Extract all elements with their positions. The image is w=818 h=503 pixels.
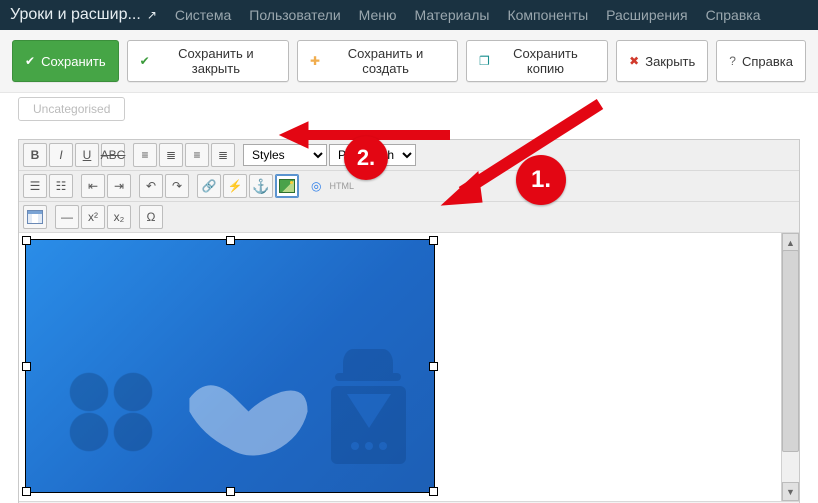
help-label: Справка	[742, 54, 793, 69]
save-button[interactable]: ✔ Сохранить	[12, 40, 119, 82]
undo-button[interactable]: ↶	[139, 174, 163, 198]
italic-button[interactable]: I	[49, 143, 73, 167]
wysiwyg-editor: B I U ABC ≡ ≣ ≡ ≣ Styles Paragraph ☰ ☷ ⇤…	[18, 139, 800, 503]
bold-button[interactable]: B	[23, 143, 47, 167]
media-button[interactable]: ◎	[307, 175, 325, 197]
image-icon	[279, 179, 295, 193]
editor-toolbar-row-3: — x² x₂ Ω	[19, 202, 799, 233]
help-button[interactable]: ? Справка	[716, 40, 806, 82]
save-new-label: Сохранить и создать	[326, 46, 445, 76]
menu-menu[interactable]: Меню	[359, 7, 397, 23]
html-button[interactable]: HTML	[327, 175, 356, 197]
outdent-button[interactable]: ⇤	[81, 174, 105, 198]
save-label: Сохранить	[41, 54, 106, 69]
editor-scrollbar[interactable]: ▲ ▼	[781, 233, 799, 501]
indent-button[interactable]: ⇥	[107, 174, 131, 198]
category-pill[interactable]: Uncategorised	[18, 97, 125, 121]
bullet-list-button[interactable]: ☰	[23, 174, 47, 198]
save-close-label: Сохранить и закрыть	[156, 46, 276, 76]
selected-image[interactable]	[25, 239, 435, 493]
scroll-down-button[interactable]: ▼	[782, 482, 799, 501]
save-copy-label: Сохранить копию	[496, 46, 595, 76]
save-copy-button[interactable]: ❐ Сохранить копию	[466, 40, 608, 82]
menu-help[interactable]: Справка	[706, 7, 761, 23]
save-close-button[interactable]: ✔ Сохранить и закрыть	[127, 40, 289, 82]
align-left-button[interactable]: ≡	[133, 143, 157, 167]
format-select[interactable]: Paragraph	[329, 144, 416, 166]
close-icon: ✖	[629, 55, 639, 67]
align-center-button[interactable]: ≣	[159, 143, 183, 167]
styles-select[interactable]: Styles	[243, 144, 327, 166]
question-icon: ?	[729, 55, 736, 67]
save-new-button[interactable]: ✚ Сохранить и создать	[297, 40, 458, 82]
plus-icon: ✚	[310, 55, 320, 67]
close-button[interactable]: ✖ Закрыть	[616, 40, 708, 82]
subscript-button[interactable]: x²	[81, 205, 105, 229]
link-button[interactable]: 🔗	[197, 174, 221, 198]
check-icon: ✔	[140, 55, 150, 67]
handshake-silhouette-icon	[181, 359, 316, 464]
align-right-button[interactable]: ≡	[185, 143, 209, 167]
action-toolbar: ✔ Сохранить ✔ Сохранить и закрыть ✚ Сохр…	[0, 30, 818, 93]
external-link-icon[interactable]: ↗	[147, 8, 157, 22]
strike-button[interactable]: ABC	[101, 143, 125, 167]
unlink-button[interactable]: ⚡	[223, 174, 247, 198]
top-navbar: Уроки и расшир... ↗ Система Пользователи…	[0, 0, 818, 30]
hr-button[interactable]: —	[55, 205, 79, 229]
anchor-button[interactable]: ⚓	[249, 174, 273, 198]
editor-toolbar-row-1: B I U ABC ≡ ≣ ≡ ≣ Styles Paragraph	[19, 140, 799, 171]
body-area: Uncategorised B I U ABC ≡ ≣ ≡ ≣ Styles P…	[0, 93, 818, 503]
copy-icon: ❐	[479, 55, 490, 67]
menu-components[interactable]: Компоненты	[507, 7, 588, 23]
menu-system[interactable]: Система	[175, 7, 231, 23]
close-label: Закрыть	[645, 54, 695, 69]
page-title: Уроки и расшир...	[10, 6, 141, 24]
menu-content[interactable]: Материалы	[415, 7, 490, 23]
align-justify-button[interactable]: ≣	[211, 143, 235, 167]
joomla-silhouette-icon	[56, 362, 166, 462]
scroll-thumb[interactable]	[782, 250, 799, 452]
check-icon: ✔	[25, 55, 35, 67]
charmap-button[interactable]: Ω	[139, 205, 163, 229]
editor-canvas[interactable]: ▲ ▼	[19, 233, 799, 501]
number-list-button[interactable]: ☷	[49, 174, 73, 198]
table-icon	[27, 210, 43, 224]
superscript-button[interactable]: x₂	[107, 205, 131, 229]
insert-image-button[interactable]	[275, 174, 299, 198]
underline-button[interactable]: U	[75, 143, 99, 167]
redo-button[interactable]: ↷	[165, 174, 189, 198]
menu-users[interactable]: Пользователи	[249, 7, 340, 23]
editor-toolbar-row-2: ☰ ☷ ⇤ ⇥ ↶ ↷ 🔗 ⚡ ⚓ ◎ HTML	[19, 171, 799, 202]
menu-extensions[interactable]: Расширения	[606, 7, 687, 23]
butler-silhouette-icon	[321, 349, 416, 464]
table-button[interactable]	[23, 205, 47, 229]
